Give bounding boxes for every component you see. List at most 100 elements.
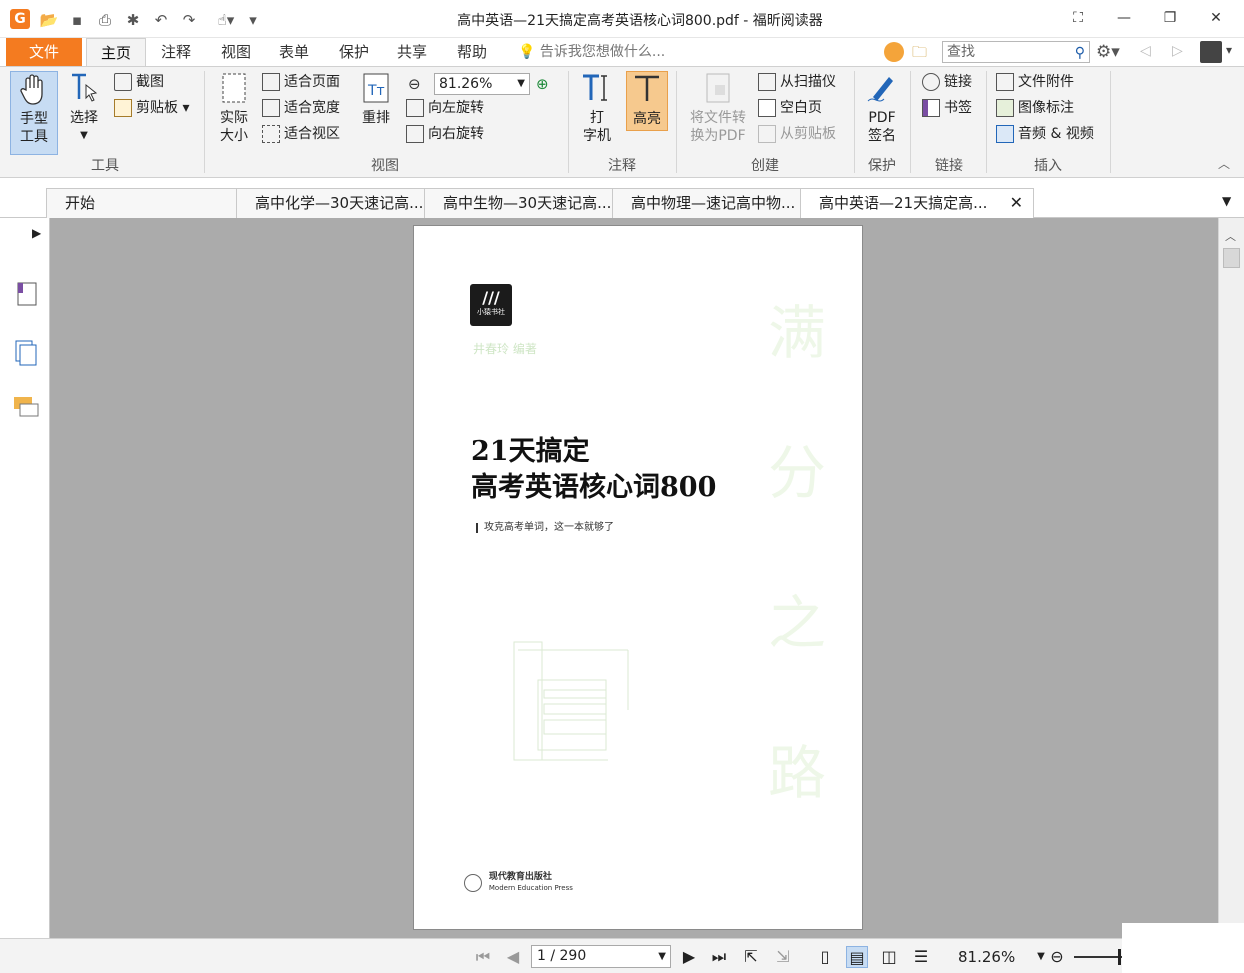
camera-icon xyxy=(114,73,132,91)
tell-me-box[interactable]: 💡 告诉我您想做什么... xyxy=(518,38,665,66)
close-tab-icon[interactable]: ✕ xyxy=(1010,189,1023,217)
zoom-dropdown-icon[interactable]: ▼ xyxy=(517,74,525,94)
user-menu-icon[interactable]: ▾ xyxy=(1226,43,1232,57)
bookmarks-panel-icon[interactable] xyxy=(12,280,40,308)
next-arrow-icon[interactable]: ▷ xyxy=(1172,43,1183,59)
image-annotation-button[interactable]: 图像标注 xyxy=(996,97,1074,119)
settings-icon[interactable]: ⚙▾ xyxy=(1096,42,1120,62)
doc-tab-biology[interactable]: 高中生物—30天速记高... xyxy=(424,188,614,218)
clipboard-dropdown-icon[interactable]: ▾ xyxy=(178,100,189,116)
tab-share[interactable]: 共享 xyxy=(386,38,438,66)
tab-protect[interactable]: 保护 xyxy=(328,38,380,66)
tab-help[interactable]: 帮助 xyxy=(446,38,498,66)
page-dropdown-icon[interactable]: ▼ xyxy=(658,946,666,967)
minimize-button[interactable]: — xyxy=(1106,6,1142,30)
highlight-button[interactable]: 高亮 xyxy=(626,71,668,131)
pdf-sign-button[interactable]: PDF 签名 xyxy=(862,71,902,145)
last-page-icon[interactable]: ⏭ xyxy=(708,946,730,968)
scroll-up-icon[interactable]: ︿ xyxy=(1225,228,1236,244)
document-canvas[interactable]: /// 小猿书社 井春玲 编著 满 分 之 路 21天搞定 高考英语核心词800… xyxy=(50,218,1218,938)
rotate-left-button[interactable]: 向左旋转 xyxy=(406,97,484,119)
next-view-icon[interactable]: ⇲ xyxy=(772,946,794,968)
first-page-icon[interactable]: ⏮ xyxy=(472,946,494,968)
collapse-ribbon-icon[interactable]: ︿ xyxy=(1218,155,1230,172)
app-logo-icon[interactable]: G xyxy=(10,9,30,29)
search-icon[interactable]: ⚲ xyxy=(1075,43,1085,63)
from-scanner-button[interactable]: 从扫描仪 xyxy=(758,71,836,93)
prev-arrow-icon[interactable]: ◁ xyxy=(1140,43,1151,59)
rotate-right-button[interactable]: 向右旋转 xyxy=(406,123,484,145)
prev-page-icon[interactable]: ◀ xyxy=(502,946,524,968)
new-icon[interactable]: ✱ xyxy=(122,9,144,31)
doc-tab-chemistry[interactable]: 高中化学—30天速记高... xyxy=(236,188,426,218)
undo-icon[interactable]: ↶ xyxy=(150,9,172,31)
actual-size-button[interactable]: 实际 大小 xyxy=(214,71,254,145)
redo-icon[interactable]: ↷ xyxy=(178,9,200,31)
facing-pages-icon[interactable]: ◫ xyxy=(878,946,900,968)
page-number-input[interactable]: 1 / 290 ▼ xyxy=(531,945,671,968)
vertical-scrollbar[interactable]: ︿ xyxy=(1218,218,1244,938)
doc-tab-physics[interactable]: 高中物理—速记高中物... xyxy=(612,188,802,218)
book-title: 21天搞定 高考英语核心词800 xyxy=(471,434,716,506)
doc-tab-english[interactable]: 高中英语—21天搞定高... ✕ xyxy=(800,188,1034,218)
fit-page-label: 适合页面 xyxy=(284,74,340,90)
restore-button[interactable]: ❐ xyxy=(1152,6,1188,30)
fullscreen-icon[interactable]: ⛶ xyxy=(1060,6,1096,30)
folder-search-icon[interactable]: 🗀 xyxy=(912,42,927,67)
zoom-slider-thumb[interactable] xyxy=(1118,949,1121,965)
select-dropdown-icon[interactable]: ▼ xyxy=(64,127,104,145)
pdf-sign-label: PDF 签名 xyxy=(868,110,896,144)
print-icon[interactable]: ⎙ xyxy=(94,9,116,31)
fit-width-button[interactable]: 适合宽度 xyxy=(262,97,340,119)
audio-video-button[interactable]: 音频 & 视频 xyxy=(996,123,1094,145)
open-icon[interactable]: 📂 xyxy=(38,9,60,31)
file-attachment-button[interactable]: 文件附件 xyxy=(996,71,1074,93)
select-tool-button[interactable]: 选择 ▼ xyxy=(64,71,104,145)
clipboard-button[interactable]: 剪贴板 ▾ xyxy=(114,97,189,119)
save-icon[interactable]: ▪ xyxy=(66,9,88,31)
group-divider xyxy=(568,71,569,173)
zoom-in-icon[interactable]: ⊕ xyxy=(536,75,549,93)
comments-panel-icon[interactable] xyxy=(12,394,40,422)
next-page-icon[interactable]: ▶ xyxy=(678,946,700,968)
from-clipboard-button[interactable]: 从剪贴板 xyxy=(758,123,836,145)
rotate-left-label: 向左旋转 xyxy=(428,100,484,116)
continuous-page-icon[interactable]: ▤ xyxy=(846,946,868,968)
hand-quick-icon[interactable]: ☝▾ xyxy=(208,9,244,31)
press-seal-icon xyxy=(464,874,482,892)
fit-page-button[interactable]: 适合页面 xyxy=(262,71,340,93)
single-page-icon[interactable]: ▯ xyxy=(814,946,836,968)
typewriter-button[interactable]: 打 字机 xyxy=(576,71,618,145)
tab-file[interactable]: 文件 xyxy=(6,38,82,66)
tab-home[interactable]: 主页 xyxy=(86,38,146,66)
customize-qa-icon[interactable]: ▾ xyxy=(242,9,264,31)
hand-tool-button[interactable]: 手型 工具 xyxy=(10,71,58,155)
tab-list-dropdown-icon[interactable]: ▼ xyxy=(1222,194,1231,208)
search-input[interactable]: 查找 ⚲ xyxy=(942,41,1090,63)
scroll-thumb[interactable] xyxy=(1223,248,1240,268)
user-avatar-icon[interactable] xyxy=(1200,41,1222,63)
bookmark-button[interactable]: 书签 xyxy=(922,97,972,119)
doc-tab-start[interactable]: 开始 xyxy=(46,188,242,218)
reflow-button[interactable]: Tт 重排 xyxy=(356,71,396,127)
tab-form[interactable]: 表单 xyxy=(268,38,320,66)
pages-panel-icon[interactable] xyxy=(12,338,40,366)
zoom-out-status-icon[interactable]: ⊖ xyxy=(1046,946,1068,968)
book-subtitle-text: 攻克高考单词，这一本就够了 xyxy=(484,522,614,533)
tab-view[interactable]: 视图 xyxy=(210,38,262,66)
close-button[interactable]: ✕ xyxy=(1198,6,1234,30)
smiley-icon[interactable] xyxy=(884,42,904,62)
convert-to-pdf-button[interactable]: 将文件转 换为PDF xyxy=(684,71,752,145)
zoom-slider[interactable] xyxy=(1074,956,1122,958)
continuous-facing-icon[interactable]: ☰ xyxy=(910,946,932,968)
blank-page-button[interactable]: 空白页 xyxy=(758,97,822,119)
expand-pane-icon[interactable]: ▶ xyxy=(32,226,41,240)
from-scanner-label: 从扫描仪 xyxy=(780,74,836,90)
fit-visible-button[interactable]: 适合视区 xyxy=(262,123,340,145)
zoom-select[interactable]: 81.26% ▼ xyxy=(434,73,530,95)
snapshot-button[interactable]: 截图 xyxy=(114,71,164,93)
tab-comment[interactable]: 注释 xyxy=(150,38,202,66)
link-button[interactable]: 链接 xyxy=(922,71,972,93)
zoom-out-icon[interactable]: ⊖ xyxy=(408,75,421,93)
previous-view-icon[interactable]: ⇱ xyxy=(740,946,762,968)
